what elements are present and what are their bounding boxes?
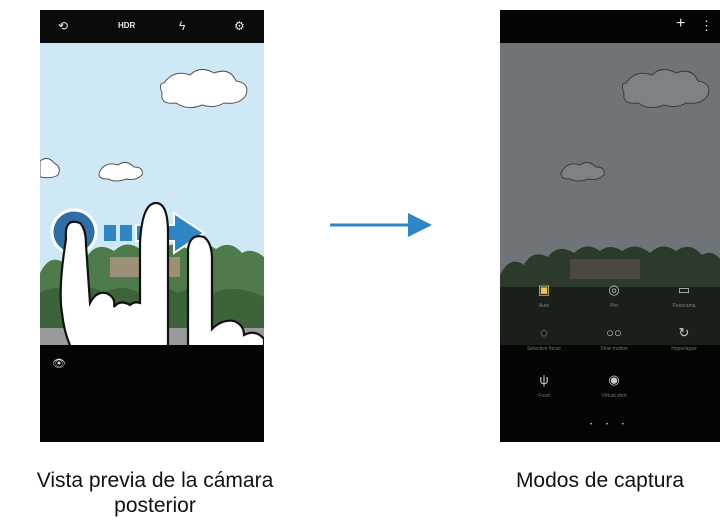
- rear-camera-preview: ⟲ HDR ϟ ⚙ 👁: [40, 10, 264, 442]
- mode-selective-focus[interactable]: ◌ Selective focus: [508, 325, 580, 353]
- hyperlapse-icon: ↻: [678, 325, 690, 340]
- mode-panorama-label: Panorama: [672, 303, 696, 309]
- mode-virtual-shot-label: Virtual shot: [601, 393, 627, 399]
- caption-left-line1: Vista previa de la cámara: [36, 469, 274, 492]
- shooting-modes-screen: + ⋮ ▣ Auto ◎ Pro ▭ Panorama ◌ Selective …: [500, 10, 720, 442]
- mode-auto-label: Auto: [538, 303, 550, 309]
- mode-slow-motion[interactable]: ○○ Slow motion: [578, 325, 650, 353]
- camera-top-bar: ⟲ HDR ϟ ⚙: [40, 10, 264, 43]
- page-indicator: • • •: [590, 422, 630, 428]
- more-icon[interactable]: ⋮: [700, 19, 713, 33]
- hdr-toggle[interactable]: HDR: [118, 19, 135, 33]
- flash-off-icon[interactable]: ϟ: [179, 19, 185, 33]
- mode-auto[interactable]: ▣ Auto: [508, 282, 580, 310]
- panorama-icon: ▭: [677, 282, 691, 297]
- mode-panorama[interactable]: ▭ Panorama: [648, 282, 720, 310]
- mode-pro-label: Pro: [610, 303, 618, 309]
- mode-food[interactable]: ψ Food: [508, 372, 580, 400]
- mode-hyperlapse[interactable]: ↻ Hyperlapse: [648, 325, 720, 353]
- caption-left: Vista previa de la cámara posterior: [30, 468, 280, 518]
- fork-knife-icon: ψ: [539, 372, 549, 387]
- mode-slow-motion-label: Slow motion: [600, 346, 628, 352]
- virtual-shot-icon: ◉: [608, 372, 620, 387]
- camera-bottom-bar: 👁: [40, 345, 264, 442]
- camera-scene[interactable]: [40, 43, 264, 345]
- mode-pro[interactable]: ◎ Pro: [578, 282, 650, 310]
- aperture-icon: ◎: [608, 282, 620, 297]
- transition-arrow-icon: [330, 213, 432, 237]
- caption-right-text: Modos de captura: [515, 469, 685, 492]
- mode-virtual-shot[interactable]: ◉ Virtual shot: [578, 372, 650, 400]
- caption-left-line2: posterior: [114, 494, 196, 517]
- mode-food-label: Food: [538, 393, 550, 399]
- mode-selective-focus-label: Selective focus: [527, 346, 561, 352]
- switch-camera-icon[interactable]: ⟲: [58, 19, 68, 33]
- modes-top-bar: + ⋮: [500, 10, 720, 43]
- swipe-arrow: [104, 225, 116, 241]
- add-icon[interactable]: +: [676, 16, 685, 32]
- eye-icon[interactable]: 👁: [52, 357, 66, 370]
- selective-focus-icon: ◌: [540, 325, 548, 340]
- mode-hyperlapse-label: Hyperlapse: [671, 346, 697, 352]
- slow-motion-icon: ○○: [606, 325, 622, 340]
- caption-right: Modos de captura: [480, 468, 720, 493]
- settings-icon[interactable]: ⚙: [234, 19, 245, 33]
- camera-icon: ▣: [537, 282, 551, 297]
